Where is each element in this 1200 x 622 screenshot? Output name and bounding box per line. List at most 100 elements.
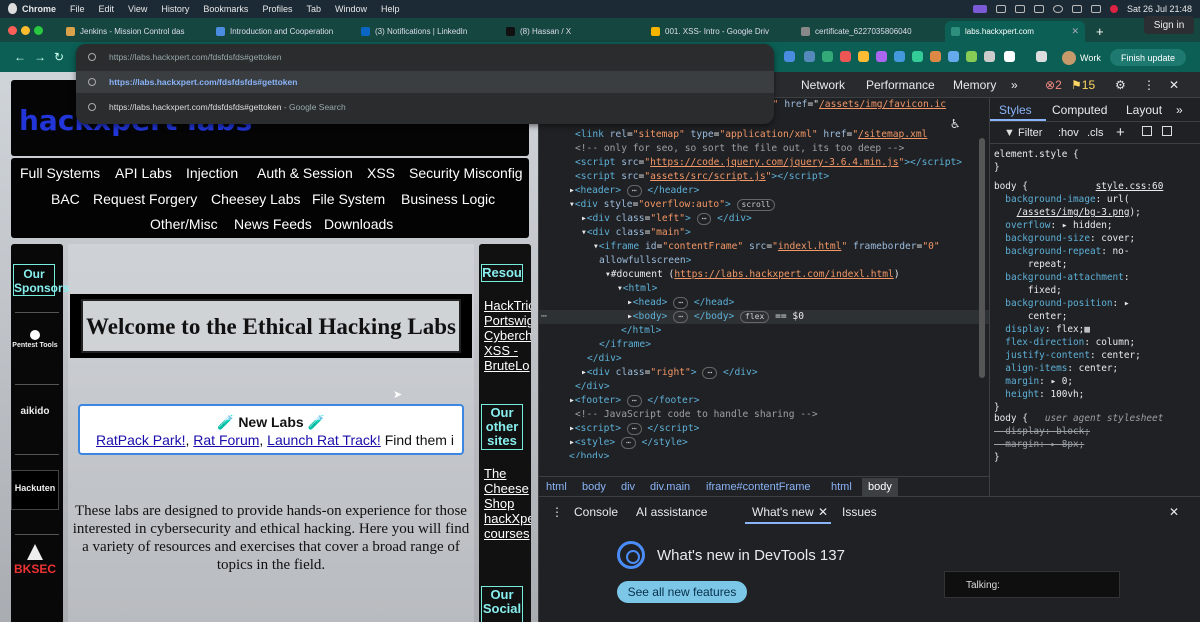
css-decl[interactable]: background-repeat: no- bbox=[994, 245, 1129, 258]
code-line[interactable]: <!-- JavaScript code to handle sharing -… bbox=[575, 408, 818, 422]
resource-link[interactable]: Portswig bbox=[484, 313, 531, 328]
crumb-body-inner[interactable]: body bbox=[862, 478, 898, 496]
tab-styles[interactable]: Styles bbox=[999, 103, 1032, 117]
screen-record-icon[interactable] bbox=[972, 5, 987, 13]
cls-toggle[interactable]: .cls bbox=[1087, 127, 1104, 139]
code-line[interactable]: </html> bbox=[621, 324, 661, 338]
nav-api-labs[interactable]: API Labs bbox=[115, 165, 172, 181]
css-selector-body-ua[interactable]: body { user agent stylesheet bbox=[994, 412, 1163, 425]
search-icon[interactable] bbox=[1052, 5, 1063, 13]
warnings-badge[interactable]: ⚑15 bbox=[1071, 78, 1095, 92]
resource-link[interactable]: HackTric bbox=[484, 298, 531, 313]
code-line[interactable]: <script src="assets/src/script.js"></scr… bbox=[575, 170, 829, 184]
extension-icon[interactable] bbox=[912, 51, 923, 62]
other-site-link[interactable]: Shop bbox=[484, 496, 514, 511]
tab-introduction[interactable]: Introduction and Cooperation bbox=[210, 21, 360, 42]
css-decl[interactable]: background-attachment: bbox=[994, 271, 1129, 284]
menu-profiles[interactable]: Profiles bbox=[262, 4, 292, 14]
extension-icon[interactable] bbox=[784, 51, 795, 62]
menu-window[interactable]: Window bbox=[335, 4, 367, 14]
tab-whats-new[interactable]: What's new bbox=[752, 505, 814, 519]
tab-console[interactable]: Console bbox=[574, 505, 618, 519]
add-rule-icon[interactable]: + bbox=[1116, 124, 1125, 141]
css-decl[interactable]: flex-direction: column; bbox=[994, 336, 1135, 349]
nav-request-forgery[interactable]: Request Forgery bbox=[93, 191, 197, 207]
css-decl[interactable]: fixed; bbox=[994, 284, 1062, 297]
close-window-icon[interactable] bbox=[8, 26, 17, 35]
code-line[interactable]: ▸<header> ⋯ </header> bbox=[569, 184, 699, 198]
minimize-window-icon[interactable] bbox=[21, 26, 30, 35]
css-decl[interactable]: margin: ▸ 0; bbox=[994, 375, 1073, 388]
nav-bac[interactable]: BAC bbox=[51, 191, 80, 207]
sponsor-pentest-tools[interactable]: Pentest Tools bbox=[11, 330, 59, 349]
clipboard-icon[interactable] bbox=[1014, 5, 1025, 13]
code-line[interactable]: ▾<iframe id="contentFrame" src="indexl.h… bbox=[593, 240, 940, 254]
elements-scrollbar[interactable] bbox=[979, 138, 985, 378]
sponsor-aikido[interactable]: aikido bbox=[11, 406, 59, 417]
profile-button[interactable]: Work bbox=[1062, 49, 1101, 66]
code-line[interactable]: <!-- only for seo, so sort the file out,… bbox=[575, 142, 904, 156]
code-line[interactable]: n" href="/assets/img/favicon.ic bbox=[767, 98, 946, 112]
code-line[interactable]: ▸<style> ⋯ </style> bbox=[569, 436, 688, 450]
wifi-icon[interactable] bbox=[1071, 5, 1082, 13]
display-icon[interactable] bbox=[995, 5, 1006, 13]
nav-other-misc[interactable]: Other/Misc bbox=[150, 216, 218, 232]
tab-linkedin[interactable]: (3) Notifications | LinkedIn bbox=[355, 21, 500, 42]
css-decl[interactable]: center; bbox=[994, 310, 1068, 323]
nav-auth-session[interactable]: Auth & Session bbox=[257, 165, 353, 181]
nav-downloads[interactable]: Downloads bbox=[324, 216, 393, 232]
nav-business-logic[interactable]: Business Logic bbox=[401, 191, 495, 207]
extension-icon[interactable] bbox=[984, 51, 995, 62]
computed-sidebar-icon[interactable] bbox=[1162, 126, 1172, 136]
css-decl[interactable]: justify-content: center; bbox=[994, 349, 1140, 362]
reload-icon[interactable]: ↻ bbox=[54, 50, 64, 64]
omnibox-input[interactable]: https://labs.hackxpert.com/fdsfdsfds#get… bbox=[76, 46, 774, 68]
more-tabs-icon[interactable]: » bbox=[1011, 78, 1018, 92]
menu-bookmarks[interactable]: Bookmarks bbox=[203, 4, 248, 14]
code-line[interactable]: ▾<div style="overflow:auto"> scroll bbox=[569, 198, 776, 212]
more-icon[interactable]: ⋯ bbox=[541, 310, 547, 324]
other-site-link[interactable]: Cheese bbox=[484, 481, 529, 496]
code-line[interactable]: ▸<div class="right"> ⋯ </div> bbox=[581, 366, 758, 380]
nav-security-misconfig[interactable]: Security Misconfig bbox=[409, 165, 523, 181]
css-decl-overridden[interactable]: margin: ▸ 8px; bbox=[994, 438, 1084, 451]
tab-memory[interactable]: Memory bbox=[953, 78, 996, 92]
code-line[interactable]: </body> bbox=[569, 450, 609, 458]
css-decl[interactable]: repeat; bbox=[994, 258, 1068, 271]
tab-jenkins[interactable]: Jenkins - Mission Control das bbox=[60, 21, 210, 42]
css-decl[interactable]: display: flex;▦ bbox=[994, 323, 1090, 336]
crumb-body[interactable]: body bbox=[582, 481, 606, 493]
cloud-icon[interactable] bbox=[1033, 5, 1044, 13]
code-line[interactable]: </iframe> bbox=[599, 338, 651, 352]
nav-xss[interactable]: XSS bbox=[367, 165, 395, 181]
code-line[interactable]: ▾<div class="main"> bbox=[581, 226, 691, 240]
menu-view[interactable]: View bbox=[128, 4, 147, 14]
css-decl[interactable]: align-items: center; bbox=[994, 362, 1118, 375]
crumb-div-main[interactable]: div.main bbox=[650, 481, 690, 493]
extension-icon[interactable] bbox=[948, 51, 959, 62]
errors-badge[interactable]: ⊗2 bbox=[1045, 78, 1062, 92]
css-decl-overridden[interactable]: display: block; bbox=[994, 425, 1090, 438]
sponsor-hackuten[interactable]: Hackuten bbox=[11, 470, 59, 510]
extension-icon[interactable] bbox=[822, 51, 833, 62]
link-rat-forum[interactable]: Rat Forum bbox=[193, 432, 259, 448]
code-line[interactable]: ▸<head> ⋯ </head> bbox=[627, 296, 734, 310]
code-line[interactable]: ▾#document (https://labs.hackxpert.com/i… bbox=[605, 268, 900, 282]
back-icon[interactable]: ← bbox=[14, 50, 26, 64]
close-drawer-icon[interactable]: ✕ bbox=[1169, 505, 1179, 519]
extension-icon[interactable] bbox=[858, 51, 869, 62]
tab-layout[interactable]: Layout bbox=[1126, 103, 1162, 117]
tab-computed[interactable]: Computed bbox=[1052, 103, 1107, 117]
sign-in-button[interactable]: Sign in bbox=[1144, 16, 1194, 34]
tab-network[interactable]: Network bbox=[801, 78, 845, 92]
nav-injection[interactable]: Injection bbox=[186, 165, 238, 181]
menu-history[interactable]: History bbox=[161, 4, 189, 14]
crumb-iframe[interactable]: iframe#contentFrame bbox=[706, 481, 811, 493]
extension-icon[interactable] bbox=[930, 51, 941, 62]
crumb-div[interactable]: div bbox=[621, 481, 635, 493]
control-center-icon[interactable] bbox=[1090, 5, 1101, 13]
code-line[interactable]: ▾<html> bbox=[617, 282, 657, 296]
filter-input[interactable]: Filter bbox=[1018, 127, 1042, 139]
css-selector-body[interactable]: body { style.css:60 bbox=[994, 180, 1163, 193]
see-all-features-button[interactable]: See all new features bbox=[617, 581, 747, 603]
